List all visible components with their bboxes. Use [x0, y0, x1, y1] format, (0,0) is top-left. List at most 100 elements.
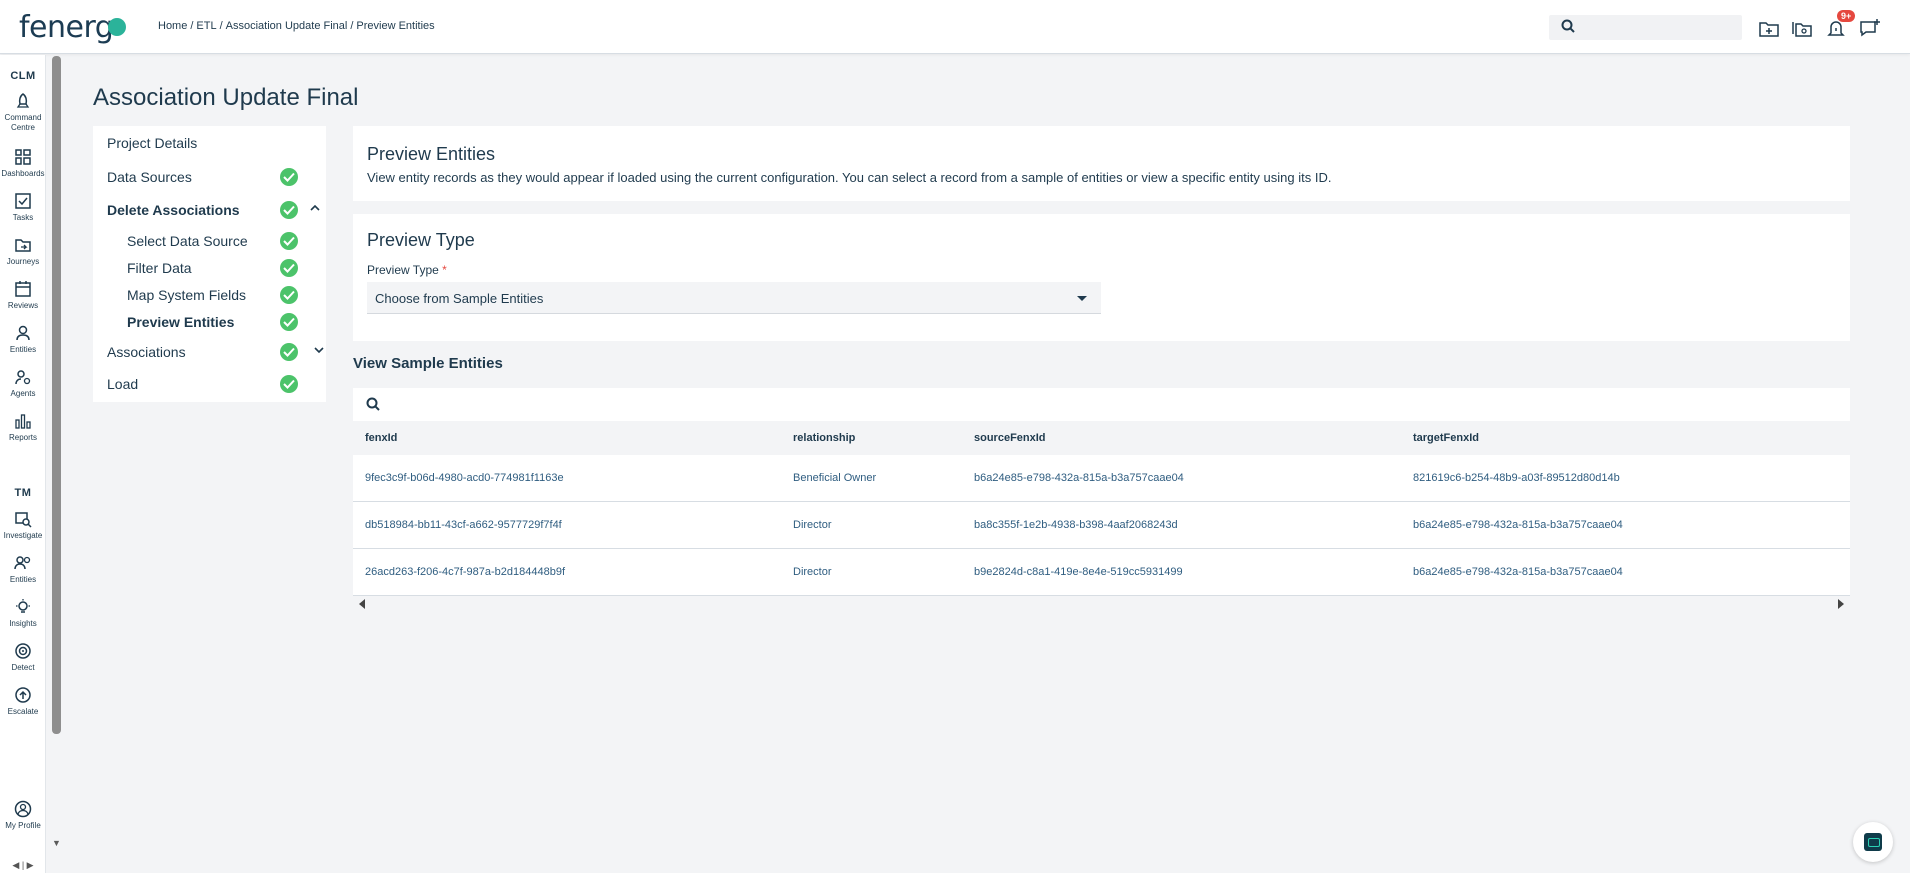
view-sample-entities-title: View Sample Entities	[353, 355, 503, 372]
rail-label: Reviews	[7, 301, 39, 310]
breadcrumb-separator: /	[350, 20, 354, 32]
check-icon	[280, 343, 298, 361]
step-project-details[interactable]: Project Details	[93, 131, 326, 155]
step-associations[interactable]: Associations	[93, 340, 326, 364]
preview-type-title: Preview Type	[367, 230, 475, 250]
assistant-chat-button[interactable]	[1853, 822, 1893, 862]
rail-label: Agents	[10, 389, 36, 398]
table-row[interactable]: db518984-bb11-43cf-a662-9577729f7f4f Dir…	[353, 502, 1850, 549]
lightbulb-icon	[16, 599, 30, 613]
rail-item-tm-entities[interactable]: Entities	[0, 554, 46, 585]
preview-entities-card: Preview Entities View entity records as …	[353, 126, 1850, 201]
preview-type-card: Preview Type Preview Type * Choose from …	[353, 214, 1850, 341]
new-folder-icon[interactable]	[1758, 17, 1780, 39]
step-map-system-fields[interactable]: Map System Fields	[93, 283, 326, 307]
column-header-targetfenxid[interactable]: targetFenxId	[1413, 432, 1479, 444]
rail-horizontal-scroll[interactable]: ◀ | ▶	[0, 860, 46, 871]
step-select-data-source[interactable]: Select Data Source	[93, 229, 326, 253]
rail-item-dashboards[interactable]: Dashboards	[0, 148, 46, 179]
preview-entities-title: Preview Entities	[367, 144, 496, 164]
rail-label: Insights	[9, 619, 37, 628]
rail-label: Tasks	[12, 213, 34, 222]
step-preview-entities[interactable]: Preview Entities	[93, 310, 326, 334]
column-header-fenxid[interactable]: fenxId	[365, 432, 397, 444]
cell-relationship: Director	[793, 519, 832, 531]
rail-label: Investigate	[3, 531, 43, 540]
rail-item-entities[interactable]: Entities	[0, 324, 46, 355]
logo-dot	[108, 17, 127, 36]
rail-item-insights[interactable]: Insights	[0, 598, 46, 629]
rail-item-reviews[interactable]: Reviews	[0, 280, 46, 311]
agents-icon	[15, 370, 31, 385]
chevron-up-icon[interactable]	[309, 202, 321, 214]
rail-item-journeys[interactable]: Journeys	[0, 236, 46, 267]
breadcrumb-etl[interactable]: ETL	[196, 20, 216, 32]
cell-targetfenxid: b6a24e85-e798-432a-815a-b3a757caae04	[1413, 566, 1623, 578]
dropdown-arrow-icon	[1077, 296, 1087, 301]
check-icon	[280, 168, 298, 186]
check-icon	[280, 286, 298, 304]
table-header: fenxId relationship sourceFenxId targetF…	[353, 428, 1850, 454]
required-mark: *	[442, 263, 447, 277]
column-header-relationship[interactable]: relationship	[793, 432, 855, 444]
breadcrumb-project[interactable]: Association Update Final	[226, 20, 348, 32]
table-search-bar[interactable]	[353, 388, 1850, 421]
tasks-icon	[15, 193, 31, 209]
rail-scrollbar[interactable]	[52, 56, 61, 734]
rail-label: Entities	[9, 575, 37, 584]
field-label-text: Preview Type	[367, 263, 439, 277]
cell-sourcefenxid: b9e2824d-c8a1-419e-8e4e-519cc5931499	[974, 566, 1183, 578]
rail-item-escalate[interactable]: Escalate	[0, 686, 46, 717]
rail-item-agents[interactable]: Agents	[0, 368, 46, 399]
step-label: Select Data Source	[127, 233, 248, 249]
cell-sourcefenxid: ba8c355f-1e2b-4938-b398-4aaf2068243d	[974, 519, 1178, 531]
global-search-input[interactable]	[1583, 17, 1733, 37]
rail-item-command-centre[interactable]: Command Centre	[0, 92, 46, 133]
messages-icon[interactable]	[1859, 17, 1881, 39]
step-label: Filter Data	[127, 260, 192, 276]
table-horizontal-scrollbar[interactable]	[353, 598, 1850, 610]
preview-type-select[interactable]: Choose from Sample Entities	[367, 282, 1101, 314]
folders-icon[interactable]	[1791, 17, 1813, 39]
fenergo-logo[interactable]: fenerg	[19, 10, 127, 45]
rail-scroll-down-icon[interactable]: ▼	[52, 838, 61, 848]
rail-item-my-profile[interactable]: My Profile	[0, 800, 46, 831]
table-row[interactable]: 26acd263-f206-4c7f-987a-b2d184448b9f Dir…	[353, 549, 1850, 596]
check-icon	[280, 313, 298, 331]
search-icon[interactable]	[366, 397, 380, 411]
step-delete-associations[interactable]: Delete Associations	[93, 198, 326, 222]
step-label: Map System Fields	[127, 287, 247, 303]
cell-sourcefenxid: b6a24e85-e798-432a-815a-b3a757caae04	[974, 472, 1184, 484]
rail-item-investigate[interactable]: Investigate	[0, 510, 46, 541]
rail-label: My Profile	[5, 821, 41, 830]
chevron-down-icon[interactable]	[313, 344, 325, 356]
search-icon	[1561, 19, 1575, 33]
rail-item-reports[interactable]: Reports	[0, 412, 46, 443]
rail-label: Reports	[8, 433, 37, 442]
table-row[interactable]: 9fec3c9f-b06d-4980-acd0-774981f1163e Ben…	[353, 455, 1850, 502]
rail-label: Escalate	[7, 707, 39, 716]
column-header-sourcefenxid[interactable]: sourceFenxId	[974, 432, 1046, 444]
breadcrumb-separator: /	[219, 20, 223, 32]
step-load[interactable]: Load	[93, 372, 326, 396]
step-data-sources[interactable]: Data Sources	[93, 165, 326, 189]
check-icon	[280, 201, 298, 219]
preview-type-selected-value: Choose from Sample Entities	[375, 291, 544, 306]
step-filter-data[interactable]: Filter Data	[93, 256, 326, 280]
global-search[interactable]	[1549, 15, 1742, 40]
bar-chart-icon	[15, 414, 31, 429]
scroll-right-icon[interactable]	[1838, 599, 1844, 609]
rail-section-tm: TM	[14, 487, 32, 499]
journeys-icon	[15, 239, 31, 252]
logo-text: fenerg	[19, 10, 114, 45]
preview-entities-description: View entity records as they would appear…	[367, 170, 1332, 185]
page-title: Association Update Final	[93, 84, 359, 111]
rail-item-tasks[interactable]: Tasks	[0, 192, 46, 223]
breadcrumb-home[interactable]: Home	[158, 20, 187, 32]
rail-label: Detect	[11, 663, 35, 672]
cell-targetfenxid: b6a24e85-e798-432a-815a-b3a757caae04	[1413, 519, 1623, 531]
scroll-left-icon[interactable]	[359, 599, 365, 609]
rail-item-detect[interactable]: Detect	[0, 642, 46, 673]
rail-section-clm: CLM	[10, 70, 36, 82]
step-label: Load	[107, 376, 139, 392]
